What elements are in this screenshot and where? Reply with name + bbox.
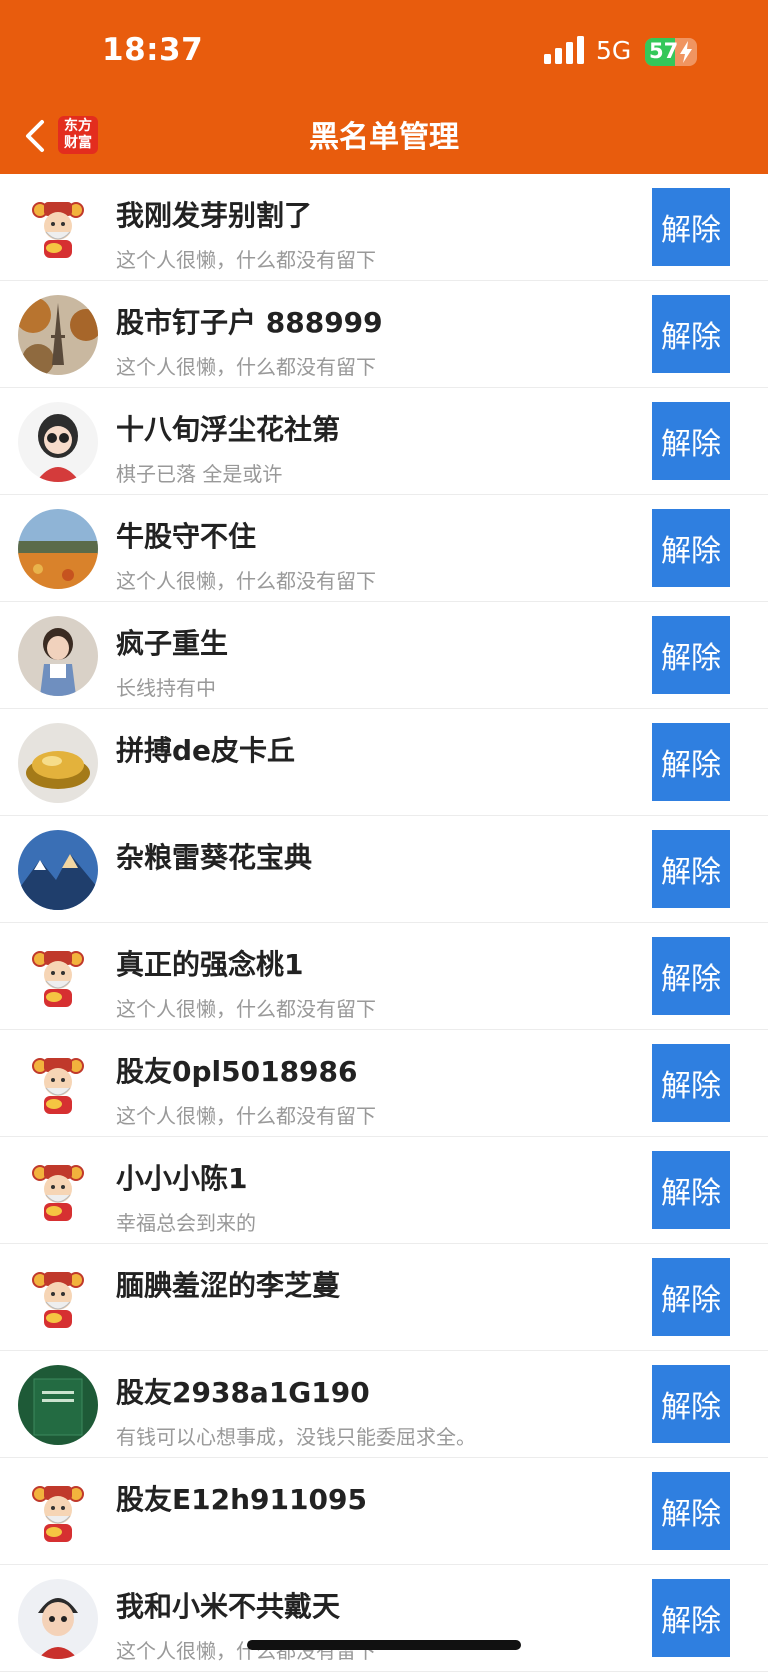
avatar[interactable] — [18, 1044, 98, 1124]
list-item[interactable]: 我刚发芽别割了这个人很懒，什么都没有留下 解除 — [0, 174, 768, 281]
avatar[interactable] — [18, 1472, 98, 1552]
avatar[interactable] — [18, 1151, 98, 1231]
user-name[interactable]: 我刚发芽别割了 — [116, 194, 312, 234]
cellular-signal-icon — [544, 36, 584, 64]
list-item[interactable]: 小小小陈1 幸福总会到来的 解除 — [0, 1137, 768, 1244]
avatar[interactable] — [18, 937, 98, 1017]
avatar[interactable] — [18, 402, 98, 482]
blacklist: 我刚发芽别割了 这个人很懒，什么都没有留下 解除 股市钉子户 888999 这个人很懒… — [0, 174, 768, 1672]
user-signature: 这个人很懒，什么都没有留下 — [116, 248, 376, 272]
avatar[interactable] — [18, 1258, 98, 1338]
user-name[interactable]: 十八旬浮尘花社第 — [116, 408, 340, 448]
user-name[interactable]: 真正的强念桃1 — [116, 943, 303, 983]
unblock-button[interactable]: 解除 — [652, 830, 730, 908]
user-name[interactable]: 股市钉子户 888999 — [116, 301, 383, 341]
user-name[interactable]: 杂粮雷葵花宝典 — [116, 836, 312, 876]
unblock-button[interactable]: 解除 — [652, 509, 730, 587]
unblock-button[interactable]: 解除 — [652, 723, 730, 801]
user-name[interactable]: 股友E12h911095 — [116, 1478, 367, 1518]
user-signature: 幸福总会到来的 — [116, 1211, 256, 1235]
user-signature: 这个人很懒，什么都没有留下 — [116, 569, 376, 593]
battery-indicator: 57 — [645, 38, 697, 66]
avatar[interactable] — [18, 1365, 98, 1445]
user-name[interactable]: 我和小米不共戴天 — [116, 1585, 340, 1625]
user-name[interactable]: 牛股守不住 — [116, 515, 256, 555]
charging-bolt-icon — [680, 41, 692, 63]
list-item[interactable]: 疯子重生长线持有中 解除 — [0, 602, 768, 709]
list-item[interactable]: 真正的强念桃1 这个人很懒，什么都没有留下 解除 — [0, 923, 768, 1030]
list-item[interactable]: 我和小米不共戴天 这个人很懒，什么都没有留下 解除 — [0, 1565, 768, 1672]
list-item[interactable]: 十八旬浮尘花社第棋子已落 全是或许 解除 — [0, 388, 768, 495]
list-item[interactable]: 牛股守不住这个人很懒，什么都没有留下 解除 — [0, 495, 768, 602]
home-indicator[interactable] — [247, 1640, 521, 1650]
unblock-button[interactable]: 解除 — [652, 295, 730, 373]
user-name[interactable]: 拼搏de皮卡丘 — [116, 729, 295, 769]
user-name[interactable]: 小小小陈1 — [116, 1157, 247, 1197]
list-item[interactable]: 杂粮雷葵花宝典 解除 — [0, 816, 768, 923]
unblock-button[interactable]: 解除 — [652, 402, 730, 480]
unblock-button[interactable]: 解除 — [652, 1365, 730, 1443]
unblock-button[interactable]: 解除 — [652, 1579, 730, 1657]
unblock-button[interactable]: 解除 — [652, 1151, 730, 1229]
avatar[interactable] — [18, 616, 98, 696]
avatar[interactable] — [18, 188, 98, 268]
page-title: 黑名单管理 — [309, 120, 459, 155]
avatar[interactable] — [18, 723, 98, 803]
avatar[interactable] — [18, 295, 98, 375]
user-signature: 这个人很懒，什么都没有留下 — [116, 1104, 376, 1128]
user-signature: 棋子已落 全是或许 — [116, 462, 283, 486]
unblock-button[interactable]: 解除 — [652, 1044, 730, 1122]
list-item[interactable]: 股友2938a1G190 有钱可以心想事成，没钱只能委屈求全。 解除 — [0, 1351, 768, 1458]
list-item[interactable]: 股友E12h911095 解除 — [0, 1458, 768, 1565]
user-name[interactable]: 腼腆羞涩的李芝蔓 — [116, 1264, 340, 1304]
unblock-button[interactable]: 解除 — [652, 1472, 730, 1550]
avatar[interactable] — [18, 1579, 98, 1659]
user-signature: 长线持有中 — [116, 676, 216, 700]
unblock-button[interactable]: 解除 — [652, 937, 730, 1015]
user-signature: 有钱可以心想事成，没钱只能委屈求全。 — [116, 1425, 476, 1449]
user-signature: 这个人很懒，什么都没有留下 — [116, 997, 376, 1021]
user-name[interactable]: 股友0pl5018986 — [116, 1050, 358, 1090]
list-item[interactable]: 股友0pl5018986 这个人很懒，什么都没有留下 解除 — [0, 1030, 768, 1137]
unblock-button[interactable]: 解除 — [652, 188, 730, 266]
unblock-button[interactable]: 解除 — [652, 1258, 730, 1336]
list-item[interactable]: 腼腆羞涩的李芝蔓 解除 — [0, 1244, 768, 1351]
user-name[interactable]: 股友2938a1G190 — [116, 1371, 370, 1411]
top-bar: 18:37 5G 57 东方 财富 黑名单管理 — [0, 0, 768, 174]
network-type: 5G — [596, 36, 632, 65]
battery-percent: 57 — [649, 39, 679, 63]
user-signature: 这个人很懒，什么都没有留下 — [116, 355, 376, 379]
list-item[interactable]: 拼搏de皮卡丘 解除 — [0, 709, 768, 816]
unblock-button[interactable]: 解除 — [652, 616, 730, 694]
status-time: 18:37 — [102, 32, 204, 68]
user-name[interactable]: 疯子重生 — [116, 622, 228, 662]
avatar[interactable] — [18, 509, 98, 589]
list-item[interactable]: 股市钉子户 888999 这个人很懒，什么都没有留下 解除 — [0, 281, 768, 388]
avatar[interactable] — [18, 830, 98, 910]
